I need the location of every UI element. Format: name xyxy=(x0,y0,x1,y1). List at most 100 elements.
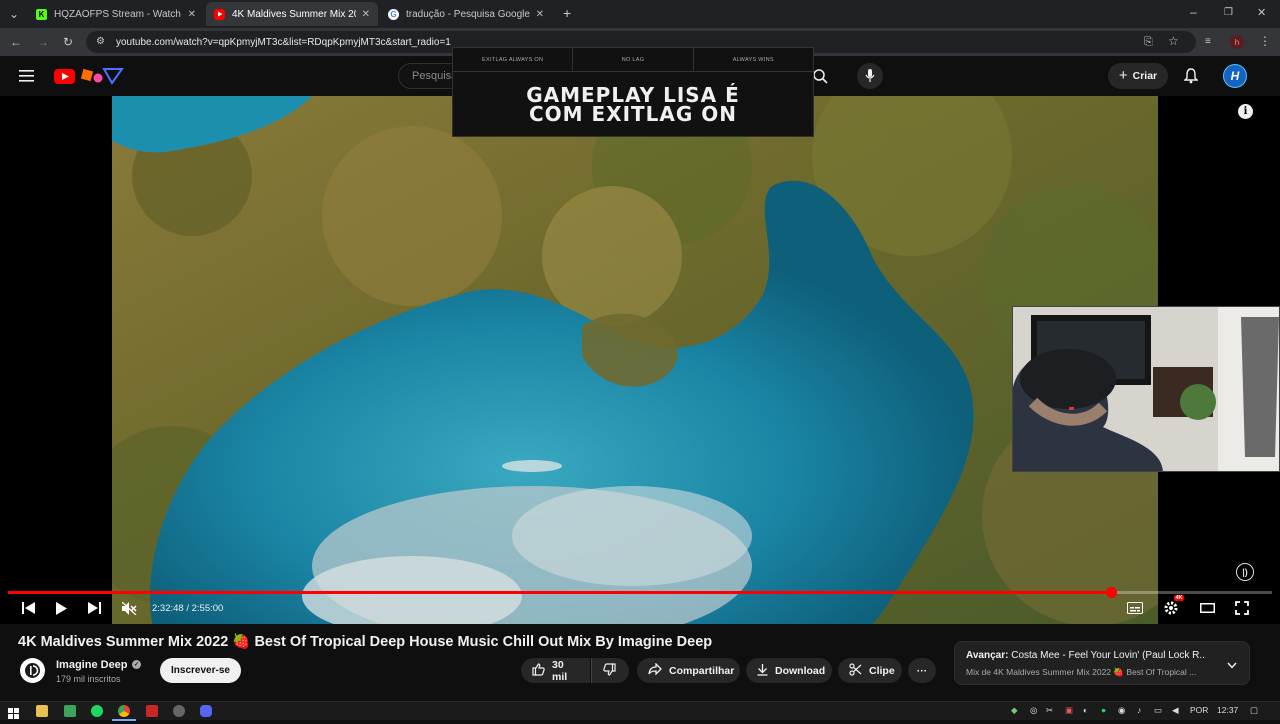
banner-item: EXITLAG ALWAYS ON xyxy=(453,48,574,71)
clip-label: Clipe xyxy=(869,664,895,677)
dislike-button[interactable] xyxy=(591,658,629,683)
create-button[interactable]: + Criar xyxy=(1108,63,1168,89)
tray-app-icon[interactable]: ▣ xyxy=(1065,705,1073,716)
banner-item: ALWAYS WINS xyxy=(732,57,774,63)
windows-taskbar: ◆ ◎ ✂ ▣ ◐ ● ◉ ♪ ▭ ◀ POR 12:37 ▢ xyxy=(0,701,1280,721)
play-button[interactable] xyxy=(51,599,71,617)
back-icon[interactable]: ← xyxy=(10,36,22,48)
chevron-down-icon[interactable] xyxy=(1227,656,1237,674)
windows-start-icon[interactable] xyxy=(8,706,19,724)
tray-app-icon[interactable]: ◐ xyxy=(1083,705,1088,715)
reading-list-icon[interactable]: ≡ xyxy=(1205,36,1211,48)
profile-avatar[interactable]: h xyxy=(1230,35,1244,49)
new-tab-button[interactable]: + xyxy=(563,6,571,20)
banner-headline: GAMEPLAY LISA É COM EXITLAG ON xyxy=(453,85,813,126)
site-info-icon[interactable]: ⚙ xyxy=(96,36,105,48)
tray-app-icon[interactable]: ✂ xyxy=(1046,705,1053,716)
tray-mic-icon[interactable]: ♪ xyxy=(1137,705,1141,715)
streamer-webcam-overlay xyxy=(1012,306,1280,472)
download-button[interactable]: Download xyxy=(746,658,832,683)
notifications-bell-icon[interactable] xyxy=(1183,68,1199,89)
progress-bar[interactable] xyxy=(8,587,1272,598)
fullscreen-icon[interactable] xyxy=(1231,599,1253,617)
close-window-icon[interactable]: ✕ xyxy=(1257,7,1266,19)
tab-youtube-video[interactable]: 4K Maldives Summer Mix 2022 ✕ xyxy=(206,2,378,26)
maximize-window-icon[interactable]: ❐ xyxy=(1224,7,1233,19)
close-tab-icon[interactable]: ✕ xyxy=(188,9,196,20)
subtitles-icon[interactable] xyxy=(1124,599,1146,617)
xbox-app-icon[interactable] xyxy=(64,705,76,717)
install-app-icon[interactable]: ⎘ xyxy=(1144,36,1153,48)
obs-studio-icon[interactable] xyxy=(173,705,185,717)
up-next-card[interactable]: Avançar: Costa Mee - Feel Your Lovin' (P… xyxy=(954,641,1250,685)
theater-mode-icon[interactable] xyxy=(1196,599,1218,617)
close-tab-icon[interactable]: ✕ xyxy=(362,9,370,20)
up-next-subtitle: Mix de 4K Maldives Summer Mix 2022 🍓 Bes… xyxy=(966,667,1197,677)
download-label: Download xyxy=(775,664,826,677)
hamburger-menu-icon[interactable] xyxy=(19,69,34,87)
more-actions-button[interactable]: ··· xyxy=(908,658,936,683)
chrome-menu-icon[interactable]: ⋮ xyxy=(1259,35,1271,47)
stream-overlay-banner: EXITLAG ALWAYS ON NO LAG ALWAYS WINS GAM… xyxy=(452,47,814,137)
verified-badge-icon: ✓ xyxy=(132,660,141,669)
reload-icon[interactable]: ↻ xyxy=(63,36,73,48)
tray-network-icon[interactable]: ▭ xyxy=(1154,705,1162,716)
banner-headline-line2: COM EXITLAG ON xyxy=(528,102,738,126)
channel-name[interactable]: Imagine Deep xyxy=(56,659,128,671)
browser-tab-bar: ⌄ K HQZAOFPS Stream - Watch Live ✕ 4K Ma… xyxy=(0,0,1280,28)
voice-search-icon[interactable] xyxy=(857,63,883,89)
youtube-logo-icon[interactable] xyxy=(54,67,126,90)
clip-button[interactable]: Clipe xyxy=(838,658,902,683)
account-avatar[interactable]: H xyxy=(1223,64,1247,88)
bookmark-star-icon[interactable]: ☆ xyxy=(1168,35,1179,47)
notifications-center-icon[interactable]: ▢ xyxy=(1250,705,1258,716)
tray-app-icon[interactable]: ◎ xyxy=(1030,705,1037,716)
muted-volume-icon[interactable] xyxy=(119,599,139,617)
subscribe-button[interactable]: Inscrever-se xyxy=(160,658,241,683)
tray-app-icon[interactable]: ◉ xyxy=(1118,705,1125,716)
tray-volume-icon[interactable]: ◀ xyxy=(1172,705,1179,716)
like-button[interactable]: 30 mil xyxy=(521,658,590,683)
channel-avatar[interactable] xyxy=(20,658,45,683)
thumbs-down-icon xyxy=(603,662,616,679)
tab-label: tradução - Pesquisa Google xyxy=(406,8,530,20)
share-arrow-icon xyxy=(648,662,662,678)
tray-spotify-icon[interactable]: ● xyxy=(1101,705,1106,715)
file-explorer-icon[interactable] xyxy=(36,705,48,717)
progress-fill xyxy=(8,591,1112,594)
news-app-icon[interactable] xyxy=(146,705,158,717)
tab-search-icon[interactable]: ⌄ xyxy=(9,8,19,20)
previous-video-icon[interactable] xyxy=(18,599,38,617)
next-video-icon[interactable] xyxy=(84,599,104,617)
subscriber-count: 179 mil inscritos xyxy=(56,674,121,684)
thumbs-up-icon xyxy=(532,662,545,679)
settings-gear-icon[interactable]: 4K xyxy=(1160,595,1185,617)
share-button[interactable]: Compartilhar xyxy=(637,658,740,683)
kick-favicon-icon: K xyxy=(36,8,47,20)
language-indicator[interactable]: POR xyxy=(1190,705,1208,715)
scissors-icon xyxy=(849,662,862,679)
discord-icon[interactable] xyxy=(200,705,212,717)
spotify-icon[interactable] xyxy=(91,705,103,717)
video-scene-lagoon xyxy=(112,96,1158,624)
tab-google-search[interactable]: G tradução - Pesquisa Google ✕ xyxy=(380,2,552,26)
up-next-title: Costa Mee - Feel Your Lovin' (Paul Lock … xyxy=(1011,650,1206,661)
close-tab-icon[interactable]: ✕ xyxy=(536,9,544,20)
plus-icon: + xyxy=(1118,67,1128,84)
info-card-icon[interactable]: i xyxy=(1238,104,1253,119)
forward-icon[interactable]: → xyxy=(37,36,49,48)
clock[interactable]: 12:37 xyxy=(1217,705,1238,715)
minimize-window-icon[interactable]: – xyxy=(1190,6,1197,18)
time-display: 2:32:48 / 2:55:00 xyxy=(152,603,224,614)
video-title: 4K Maldives Summer Mix 2022 🍓 Best Of Tr… xyxy=(18,634,713,650)
tab-label: HQZAOFPS Stream - Watch Live xyxy=(54,8,182,20)
tab-label: 4K Maldives Summer Mix 2022 xyxy=(232,8,356,20)
tray-app-icon[interactable]: ◆ xyxy=(1011,705,1018,716)
video-player[interactable]: i |) 2:32:48 / 2:55:00 4K xyxy=(0,96,1280,624)
tab-hqzaofps[interactable]: K HQZAOFPS Stream - Watch Live ✕ xyxy=(28,2,204,26)
channel-watermark-icon[interactable]: |) xyxy=(1236,563,1254,581)
chrome-browser-icon[interactable] xyxy=(118,705,130,717)
video-frame[interactable] xyxy=(112,96,1158,624)
youtube-favicon-icon xyxy=(214,8,225,20)
create-label: Criar xyxy=(1132,70,1158,82)
